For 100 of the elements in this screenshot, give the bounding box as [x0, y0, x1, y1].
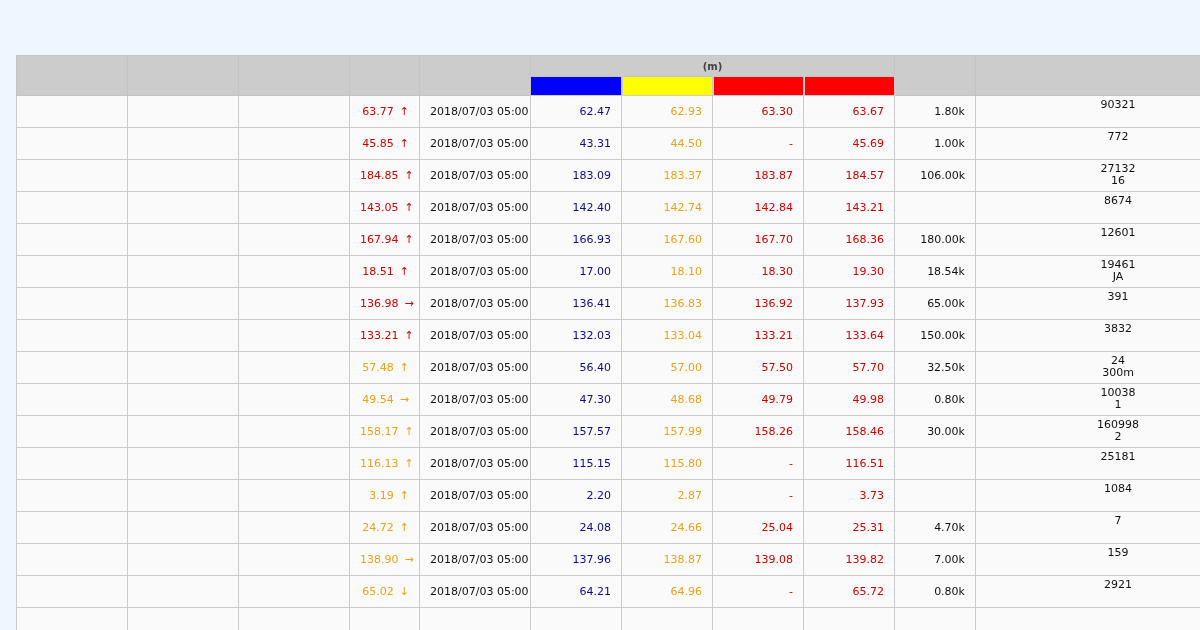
water-level-value: 143.05 [360, 201, 399, 214]
table-cell: 142.74 [621, 191, 713, 224]
code-text: 3832 [1103, 323, 1133, 335]
table-cell: 139.82 [803, 543, 895, 576]
table-cell: 158.26 [712, 415, 804, 448]
table-cell: 44.50 [621, 127, 713, 160]
water-level-value: 65.02 [362, 585, 394, 598]
trend-arrow: → [404, 553, 414, 566]
table-cell: 2018/07/03 05:00 [419, 319, 531, 352]
table-cell: 142.84 [712, 191, 804, 224]
code-text: 16 [1110, 175, 1126, 187]
table-cell: 64.96 [621, 575, 713, 608]
table-cell: 57.50 [712, 351, 804, 384]
table-cell: 138.87 [621, 543, 713, 576]
table-cell: 2018/07/03 05:00 [419, 447, 531, 480]
trend-arrow: ↑ [404, 457, 414, 470]
table-cell: 2.20 [530, 479, 622, 512]
code-text: 300m [1101, 367, 1135, 379]
water-level-value: 57.48 [362, 361, 394, 374]
table-cell: 62.47 [530, 95, 622, 128]
table-cell: 64.21 [530, 575, 622, 608]
table-cell: 57.70 [803, 351, 895, 384]
table-cell: 24.66 [621, 511, 713, 544]
table-cell: 132.03 [530, 319, 622, 352]
code-text: 8674 [1103, 195, 1133, 207]
table-cell: 1.00k [894, 127, 976, 160]
table-cell: 2018/07/03 05:00 [419, 479, 531, 512]
water-level-value: 138.90 [360, 553, 399, 566]
water-level-value: 45.85 [362, 137, 394, 150]
trend-arrow: ↑ [404, 169, 414, 182]
table-cell: 2018/07/03 05:00 [419, 255, 531, 288]
table-cell: 139.08 [712, 543, 804, 576]
table-cell: 136.92 [712, 287, 804, 320]
table-cell: 183.09 [530, 159, 622, 192]
code-text: 159 [1106, 547, 1130, 559]
code-text: 12601 [1099, 227, 1137, 239]
table-cell: 115.80 [621, 447, 713, 480]
trend-arrow: ↑ [404, 201, 414, 214]
table-cell: 116.51 [803, 447, 895, 480]
table-cell: 150.00k [894, 319, 976, 352]
table-cell: 2018/07/03 05:00 [419, 223, 531, 256]
table-cell: 166.93 [530, 223, 622, 256]
table-cell: 137.96 [530, 543, 622, 576]
table-cell: 167.70 [712, 223, 804, 256]
code-text: 7 [1113, 515, 1123, 527]
table-cell: 48.68 [621, 383, 713, 416]
code-text: 1 [1113, 399, 1123, 411]
table-cell: 1.80k [894, 95, 976, 128]
table-cell: 17.00 [530, 255, 622, 288]
table-cell: 157.57 [530, 415, 622, 448]
table-cell: 2.87 [621, 479, 713, 512]
table-cell: 133.21 [712, 319, 804, 352]
table-cell: 2018/07/03 05:00 [419, 351, 531, 384]
code-text: 2 [1113, 431, 1123, 443]
water-level-value: 49.54 [362, 393, 394, 406]
trend-arrow: ↑ [399, 361, 409, 374]
table-cell: 168.36 [803, 223, 895, 256]
table-cell: 2018/07/03 05:00 [419, 287, 531, 320]
table-cell: 167.60 [621, 223, 713, 256]
table-cell: 136.83 [621, 287, 713, 320]
table-cell: 43.31 [530, 127, 622, 160]
code-text: 10038 [1099, 387, 1137, 399]
table-cell: 2018/07/03 05:00 [419, 95, 531, 128]
code-text: 1084 [1103, 483, 1133, 495]
water-level-value: 18.51 [362, 265, 394, 278]
water-level-value: 24.72 [362, 521, 394, 534]
water-level-value: 184.85 [360, 169, 399, 182]
table-cell: 106.00k [894, 159, 976, 192]
water-level-value: 116.13 [360, 457, 399, 470]
table-cell: - [712, 575, 804, 608]
table-cell: 183.37 [621, 159, 713, 192]
table-cell: 30.00k [894, 415, 976, 448]
table-cell: 18.10 [621, 255, 713, 288]
table-cell: 65.72 [803, 575, 895, 608]
table-cell: 63.67 [803, 95, 895, 128]
water-level-value: 158.17 [360, 425, 399, 438]
water-level-value: 63.77 [362, 105, 394, 118]
table-cell: 65.00k [894, 287, 976, 320]
table-cell: 2018/07/03 05:00 [419, 575, 531, 608]
table-cell: 25.04 [712, 511, 804, 544]
trend-arrow: ↑ [404, 233, 414, 246]
table-cell: 137.93 [803, 287, 895, 320]
table-cell: 45.69 [803, 127, 895, 160]
table-cell: 0.80k [894, 575, 976, 608]
table-cell: 49.98 [803, 383, 895, 416]
table-cell: 142.40 [530, 191, 622, 224]
table-cell: 158.46 [803, 415, 895, 448]
table-cell: 180.00k [894, 223, 976, 256]
code-text: 160998 [1096, 419, 1140, 431]
table-cell: 115.15 [530, 447, 622, 480]
trend-arrow: ↓ [399, 585, 409, 598]
code-text: 391 [1106, 291, 1130, 303]
table-cell: 7.00k [894, 543, 976, 576]
table-cell: 2018/07/03 05:00 [419, 543, 531, 576]
table-cell: 143.21 [803, 191, 895, 224]
code-text: 90321 [1099, 99, 1137, 111]
table-cell: - [712, 127, 804, 160]
unit-header: (m) [530, 55, 895, 77]
table-cell: 24.08 [530, 511, 622, 544]
table-cell: - [712, 447, 804, 480]
